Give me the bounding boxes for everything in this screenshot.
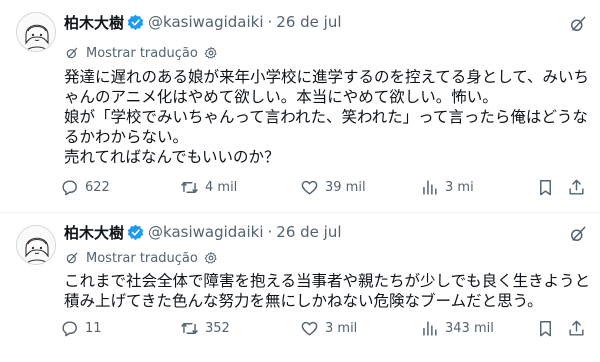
- reply-icon: [62, 321, 77, 337]
- separator: ·: [267, 223, 273, 241]
- show-translation-link[interactable]: Mostrar tradução: [64, 44, 218, 62]
- verified-badge-icon: [127, 224, 144, 240]
- tweet[interactable]: 柏木大樹 @kasiwagidaiki · 26 de jul Mostrar …: [0, 213, 600, 362]
- translate-icon: [66, 252, 78, 264]
- share-icon: [569, 320, 584, 336]
- bookmark-icon: [540, 321, 551, 337]
- tweet-text: これまで社会全体で障害を抱える当事者や親たちが少しでも良く生きようと 積み上げて…: [64, 271, 591, 311]
- tweet-text-line: 積み上げてきた色んな努力を無にしかねない危険なブームだと思う。: [64, 292, 543, 310]
- tweet-text-line: 娘が「学校でみいちゃんって言われた、笑われた」って言ったら俺はどうな: [64, 108, 588, 126]
- views-button[interactable]: 3 mi: [420, 178, 474, 197]
- tweet-text-line: 売れてればなんでもいいのか？: [64, 148, 280, 166]
- views-count: 343 mil: [445, 321, 494, 336]
- tweet[interactable]: 柏木大樹 @kasiwagidaiki · 26 de jul Mostrar …: [0, 0, 600, 213]
- avatar-face-icon: [17, 226, 55, 264]
- verified-badge-icon: [127, 14, 144, 30]
- repost-icon: [181, 323, 198, 334]
- views-icon: [423, 180, 437, 195]
- reply-button[interactable]: 11: [60, 319, 102, 338]
- show-translation-label[interactable]: Mostrar tradução: [86, 251, 198, 266]
- tweet-header: 柏木大樹 @kasiwagidaiki · 26 de jul: [64, 12, 342, 32]
- tweet-text-line: 発達に遅れのある娘が来年小学校に進学するのを控えてる身として、みいち: [64, 68, 589, 86]
- tweet-text-line: これまで社会全体で障害を抱える当事者や親たちが少しでも良く生きようと: [64, 272, 591, 290]
- share-icon: [569, 179, 584, 195]
- avatar[interactable]: [16, 12, 56, 52]
- reply-count: 622: [85, 180, 110, 195]
- gear-icon[interactable]: [204, 251, 218, 265]
- reply-button[interactable]: 622: [60, 178, 110, 197]
- tweet-header: 柏木大樹 @kasiwagidaiki · 26 de jul: [64, 222, 342, 242]
- tweet-text: 発達に遅れのある娘が来年小学校に進学するのを控えてる身として、みいち ゃんのアニ…: [64, 67, 589, 167]
- bookmark-button[interactable]: [536, 319, 561, 338]
- repost-button[interactable]: 4 mil: [180, 178, 237, 197]
- show-translation-link[interactable]: Mostrar tradução: [64, 249, 218, 267]
- show-translation-label[interactable]: Mostrar tradução: [86, 46, 198, 61]
- grok-icon[interactable]: [568, 14, 588, 34]
- repost-count: 352: [205, 321, 230, 336]
- like-icon: [301, 321, 318, 336]
- views-button[interactable]: 343 mil: [420, 319, 494, 338]
- reply-count: 11: [85, 321, 102, 336]
- tweet-date[interactable]: 26 de jul: [276, 13, 341, 31]
- author-name[interactable]: 柏木大樹: [64, 12, 124, 33]
- reply-icon: [62, 180, 77, 196]
- repost-icon: [181, 182, 198, 193]
- author-name[interactable]: 柏木大樹: [64, 222, 124, 243]
- repost-count: 4 mil: [205, 180, 238, 195]
- bookmark-button[interactable]: [536, 178, 561, 197]
- tweet-text-line: ゃんのアニメ化はやめて欲しい。本当にやめて欲しい。怖い。: [64, 88, 498, 106]
- like-button[interactable]: 3 mil: [300, 319, 357, 338]
- separator: ·: [267, 13, 273, 31]
- views-icon: [423, 321, 437, 336]
- repost-button[interactable]: 352: [180, 319, 230, 338]
- translate-icon: [66, 47, 78, 59]
- tweet-actions: 622 4 mil 39 mil 3 mi: [60, 178, 590, 198]
- like-icon: [301, 180, 318, 195]
- share-button[interactable]: [567, 319, 592, 338]
- tweet-text-line: るかわからない。: [64, 128, 189, 146]
- like-count: 39 mil: [325, 180, 366, 195]
- tweet-actions: 11 352 3 mil 343 mil: [60, 319, 590, 339]
- avatar-face-icon: [17, 13, 55, 51]
- bookmark-icon: [540, 180, 551, 196]
- share-button[interactable]: [567, 178, 592, 197]
- views-count: 3 mi: [445, 180, 474, 195]
- grok-icon[interactable]: [568, 224, 588, 244]
- like-button[interactable]: 39 mil: [300, 178, 366, 197]
- like-count: 3 mil: [325, 321, 358, 336]
- tweet-date[interactable]: 26 de jul: [276, 223, 341, 241]
- author-handle[interactable]: @kasiwagidaiki: [148, 13, 263, 31]
- author-handle[interactable]: @kasiwagidaiki: [148, 223, 263, 241]
- gear-icon[interactable]: [204, 46, 218, 60]
- avatar[interactable]: [16, 225, 56, 265]
